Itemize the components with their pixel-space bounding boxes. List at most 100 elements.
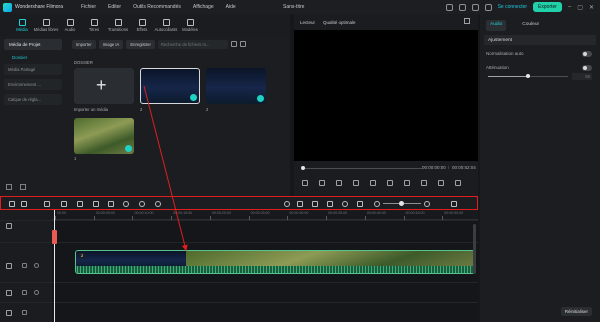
reset-button[interactable]: Réinitialiser <box>560 307 592 316</box>
maximize-icon[interactable]: ▢ <box>577 4 583 11</box>
add-track-icon[interactable] <box>6 223 12 229</box>
notification-icon[interactable] <box>484 3 492 11</box>
record-button[interactable]: Enregistrer <box>126 39 155 49</box>
tab-audio[interactable]: Audio <box>58 14 82 36</box>
adjustment-section[interactable]: Ajustement <box>484 35 596 45</box>
login-link[interactable]: Se connecter <box>498 4 527 10</box>
marker-icon[interactable] <box>297 201 303 207</box>
tab-audio-props[interactable]: Audio <box>486 20 507 31</box>
media-tabs: Média Médias libres Audio Titres Transit… <box>0 14 290 36</box>
sidebar-item-environment[interactable]: Environnement ... <box>4 79 62 90</box>
sidebar-item-adjustment-layer[interactable]: Calque de régla... <box>4 94 62 105</box>
folder-icon[interactable] <box>20 184 26 190</box>
tab-stock-media[interactable]: Médias libres <box>34 14 58 36</box>
snapshot-timeline-icon[interactable] <box>357 201 363 207</box>
quality-dropdown[interactable]: Qualité optimale <box>323 20 356 25</box>
grid-view-icon[interactable] <box>239 41 246 47</box>
audio-mix-icon[interactable] <box>327 201 333 207</box>
lock-icon[interactable] <box>22 310 27 315</box>
volume-icon[interactable] <box>438 180 444 186</box>
playhead[interactable] <box>54 210 55 322</box>
undo-icon[interactable] <box>44 201 50 207</box>
snapshot-icon[interactable] <box>464 18 470 24</box>
stop-icon[interactable] <box>353 180 359 186</box>
sidebar-item-shared-media[interactable]: Média Partagé <box>4 64 62 75</box>
attenuation-value[interactable]: 50 <box>572 73 592 80</box>
tab-stickers[interactable]: Autocollants <box>154 14 178 36</box>
timeline-ruler[interactable]: 00:00 00:00:05:00 00:00:10:00 00:00:15:00 00… <box>52 210 478 220</box>
crop-icon[interactable] <box>455 180 461 186</box>
audio-track-icon[interactable] <box>6 290 12 296</box>
mark-in-icon[interactable] <box>370 180 376 186</box>
clip-audio-waveform <box>76 266 474 273</box>
tab-templates[interactable]: Modèles <box>178 14 202 36</box>
tab-color[interactable]: Couleur <box>518 20 543 31</box>
speed-icon[interactable] <box>139 201 145 207</box>
tab-media[interactable]: Média <box>10 14 34 36</box>
menu-aide[interactable]: Aide <box>226 4 236 10</box>
import-button[interactable]: Importer <box>72 39 96 49</box>
redo-icon[interactable] <box>61 201 67 207</box>
text-icon <box>90 18 98 26</box>
auto-normalization-toggle[interactable] <box>582 51 592 57</box>
minimize-icon[interactable]: – <box>568 4 571 10</box>
previous-frame-icon[interactable] <box>302 180 308 186</box>
timeline-scrollbar[interactable] <box>473 224 476 274</box>
eye-icon[interactable] <box>34 263 39 268</box>
menu-fichier[interactable]: Fichier <box>81 4 96 10</box>
export-button[interactable]: Exporter <box>533 2 562 12</box>
menu-editer[interactable]: Editer <box>108 4 121 10</box>
attenuation-slider-handle[interactable] <box>526 74 530 78</box>
layout-icon[interactable] <box>458 3 466 11</box>
properties-panel: Audio Couleur Ajustement Normalisation a… <box>480 14 600 322</box>
video-track-icon[interactable] <box>6 263 12 269</box>
import-media-tile[interactable]: + <box>74 68 134 104</box>
menu-outils-recommandes[interactable]: Outils Recommandés <box>133 4 181 10</box>
music-track-icon[interactable] <box>6 310 12 316</box>
mark-out-icon[interactable] <box>387 180 393 186</box>
filter-icon[interactable] <box>230 41 237 47</box>
render-icon[interactable] <box>284 201 290 207</box>
new-folder-icon[interactable] <box>6 184 12 190</box>
menu-affichage[interactable]: Affichage <box>193 4 214 10</box>
fullscreen-icon[interactable] <box>404 180 410 186</box>
crop-clip-icon[interactable] <box>108 201 114 207</box>
zoom-out-icon[interactable] <box>374 201 380 207</box>
transitions-icon <box>114 18 122 26</box>
select-tool-icon[interactable] <box>21 201 27 207</box>
more-options-icon[interactable] <box>451 201 457 207</box>
color-icon[interactable] <box>123 201 129 207</box>
media-search-input[interactable]: Recherche de fichiers m... <box>157 39 228 49</box>
layout-grid-icon[interactable] <box>9 201 15 207</box>
camera-icon[interactable] <box>421 180 427 186</box>
seek-bar[interactable] <box>302 168 422 169</box>
image-ia-button[interactable]: Image IA <box>98 39 124 49</box>
upload-icon[interactable] <box>445 3 453 11</box>
tab-effects[interactable]: Effets <box>130 14 154 36</box>
lock-icon[interactable] <box>22 263 27 268</box>
ai-icon[interactable] <box>342 201 348 207</box>
seek-handle[interactable] <box>301 166 305 170</box>
save-icon[interactable] <box>471 3 479 11</box>
zoom-slider-handle[interactable] <box>399 201 404 206</box>
close-icon[interactable]: ✕ <box>589 4 594 11</box>
timer-icon[interactable] <box>155 201 161 207</box>
lock-icon[interactable] <box>22 290 27 295</box>
delete-icon[interactable] <box>77 201 83 207</box>
video-clip[interactable]: 2 <box>75 250 475 274</box>
zoom-in-icon[interactable] <box>424 201 430 207</box>
speaker-icon[interactable] <box>34 290 39 295</box>
attenuation-toggle[interactable] <box>582 65 592 71</box>
media-clip-thumbnail[interactable] <box>140 68 200 104</box>
media-clip-thumbnail[interactable] <box>206 68 266 104</box>
tab-titles[interactable]: Titres <box>82 14 106 36</box>
media-clip-thumbnail[interactable] <box>74 118 134 154</box>
play-back-icon[interactable] <box>319 180 325 186</box>
playhead-handle[interactable] <box>52 230 57 244</box>
split-icon[interactable] <box>93 201 99 207</box>
microphone-icon[interactable] <box>312 201 318 207</box>
project-media-button[interactable]: Média de Projet <box>4 39 62 50</box>
play-icon[interactable] <box>336 180 342 186</box>
folder-heading[interactable]: Dossier <box>12 55 66 60</box>
tab-transitions[interactable]: Transitions <box>106 14 130 36</box>
